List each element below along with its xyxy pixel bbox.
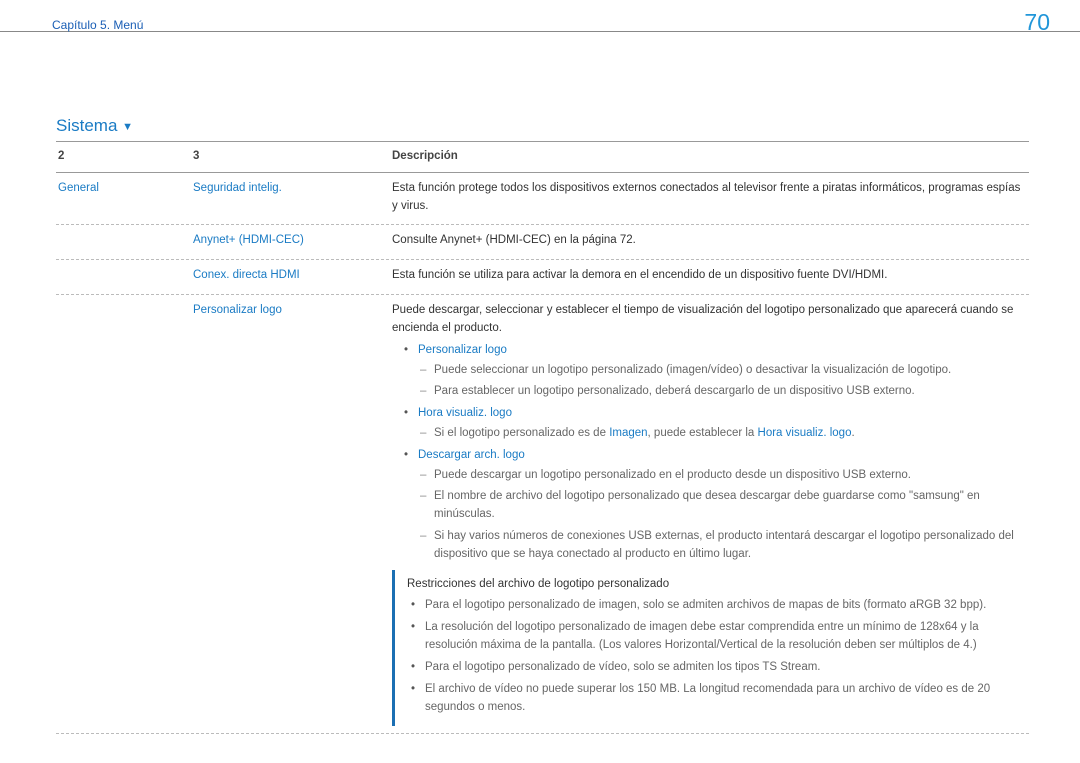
dash-item: Si el logotipo personalizado es de Image…: [420, 425, 1027, 443]
table-header-row: 2 3 Descripción: [56, 141, 1029, 173]
restriction-item: El archivo de vídeo no puede superar los…: [411, 681, 1017, 717]
th-level2: 2: [56, 142, 191, 172]
dash-item: Si hay varios números de conexiones USB …: [420, 528, 1027, 564]
inline-hora-visualiz: Hora visualiz. logo: [758, 427, 852, 439]
inline-imagen: Imagen: [609, 427, 647, 439]
dash-item: El nombre de archivo del logotipo person…: [420, 488, 1027, 524]
table-row: Conex. directa HDMI Esta función se util…: [56, 260, 1029, 295]
th-description: Descripción: [390, 142, 1029, 172]
bullet-descargar-title: Descargar arch. logo: [418, 449, 525, 461]
item-anynet: Anynet+ (HDMI-CEC): [191, 225, 390, 259]
chapter-label: Capítulo 5. Menú: [52, 16, 143, 35]
desc-conex-hdmi: Esta función se utiliza para activar la …: [390, 260, 1029, 294]
dash-item: Puede descargar un logotipo personalizad…: [420, 467, 1027, 485]
bullet-descargar: Descargar arch. logo Puede descargar un …: [404, 447, 1027, 564]
bullet-personalizar-title: Personalizar logo: [418, 344, 507, 356]
logo-intro: Puede descargar, seleccionar y establece…: [392, 302, 1027, 338]
restriction-item: La resolución del logotipo personalizado…: [411, 619, 1017, 655]
desc-anynet: Consulte Anynet+ (HDMI-CEC) en la página…: [390, 225, 1029, 259]
bullet-hora: Hora visualiz. logo Si el logotipo perso…: [404, 405, 1027, 443]
table-row: Personalizar logo Puede descargar, selec…: [56, 295, 1029, 734]
settings-table: 2 3 Descripción General Seguridad inteli…: [56, 141, 1029, 734]
section-title-text: Sistema: [56, 116, 117, 135]
desc-seguridad: Esta función protege todos los dispositi…: [390, 173, 1029, 225]
desc-personalizar-logo: Puede descargar, seleccionar y establece…: [390, 295, 1029, 733]
bullet-personalizar: Personalizar logo Puede seleccionar un l…: [404, 342, 1027, 401]
category-general: General: [56, 173, 191, 225]
bullet-hora-title: Hora visualiz. logo: [418, 407, 512, 419]
dash-item: Para establecer un logotipo personalizad…: [420, 383, 1027, 401]
item-conex-hdmi: Conex. directa HDMI: [191, 260, 390, 294]
section-title: Sistema ▼: [56, 113, 133, 139]
restriction-item: Para el logotipo personalizado de vídeo,…: [411, 659, 1017, 677]
item-personalizar-logo: Personalizar logo: [191, 295, 390, 733]
restriction-item: Para el logotipo personalizado de imagen…: [411, 597, 1017, 615]
page-number: 70: [1024, 5, 1050, 41]
restrictions-title: Restricciones del archivo de logotipo pe…: [407, 576, 1017, 594]
th-level3: 3: [191, 142, 390, 172]
restrictions-block: Restricciones del archivo de logotipo pe…: [392, 570, 1027, 727]
table-row: General Seguridad intelig. Esta función …: [56, 173, 1029, 226]
item-seguridad-intelig: Seguridad intelig.: [191, 173, 390, 225]
table-row: Anynet+ (HDMI-CEC) Consulte Anynet+ (HDM…: [56, 225, 1029, 260]
dash-item: Puede seleccionar un logotipo personaliz…: [420, 362, 1027, 380]
dropdown-triangle-icon: ▼: [122, 121, 133, 133]
